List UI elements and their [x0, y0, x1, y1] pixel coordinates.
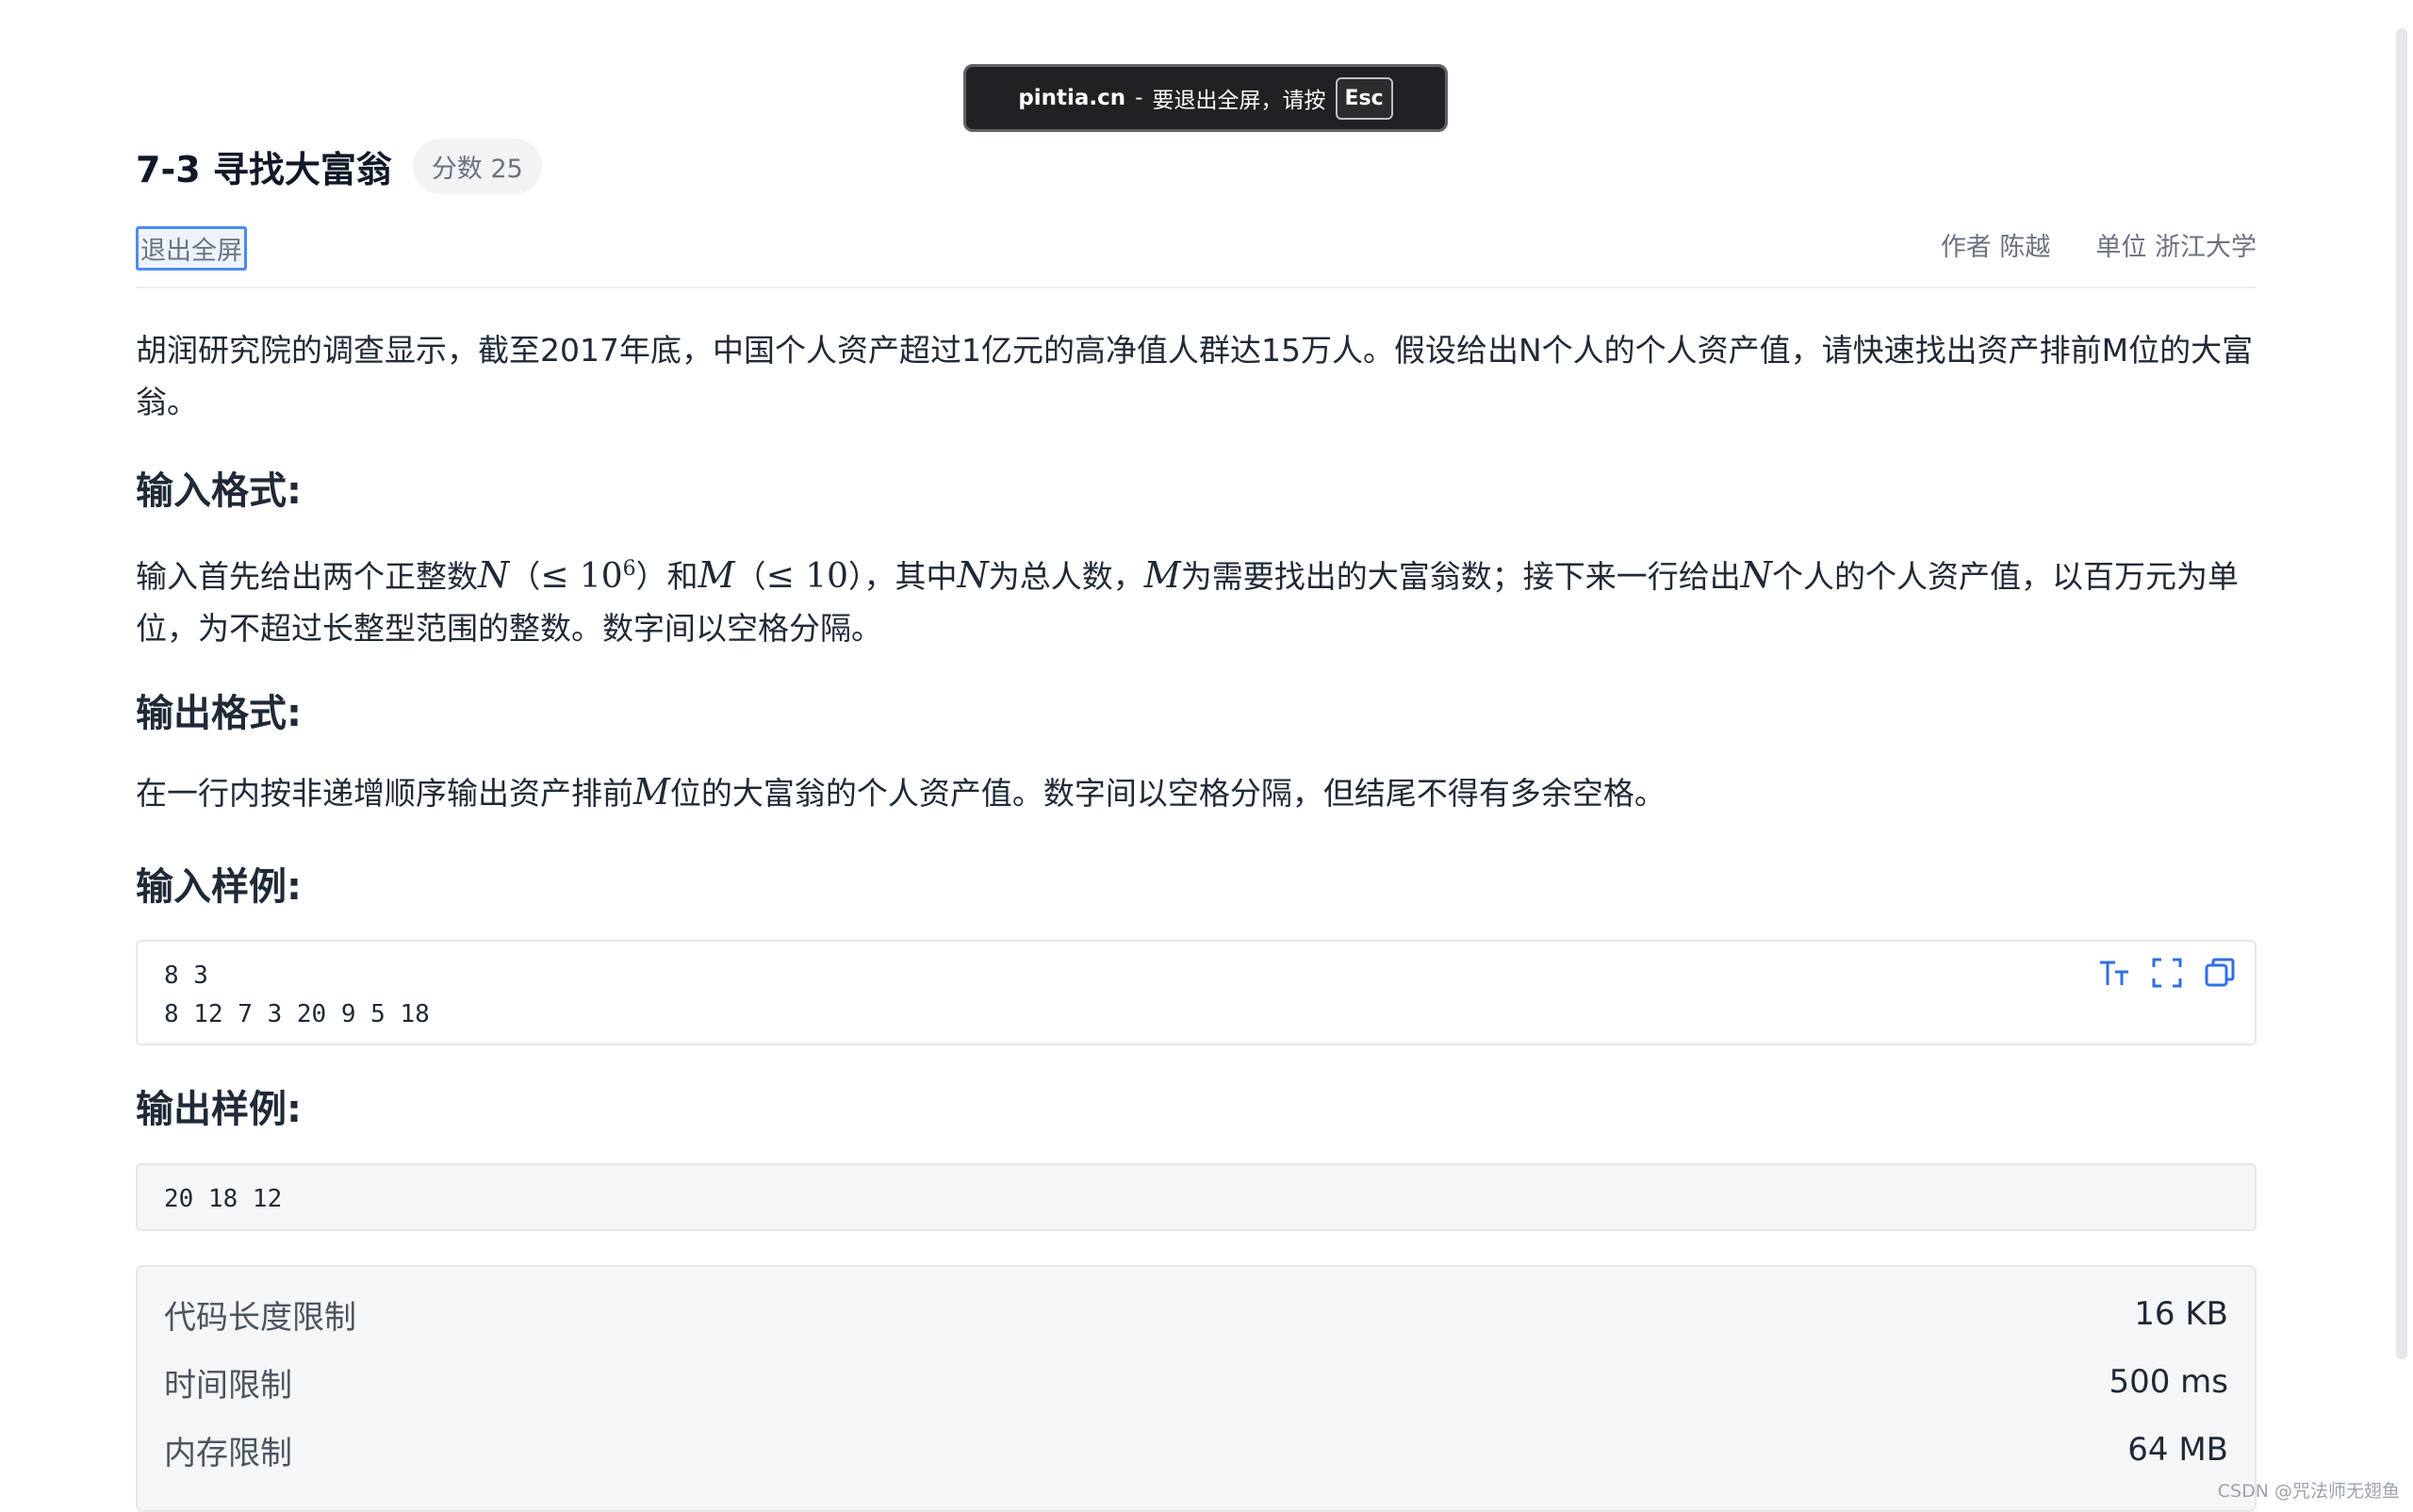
limit-label: 时间限制 — [164, 1366, 292, 1405]
limit-row: 代码长度限制 16 KB — [164, 1280, 2228, 1348]
watermark: CSDN @咒法师无翅鱼 — [2217, 1481, 2400, 1502]
exit-fullscreen-button[interactable]: 退出全屏 — [136, 226, 247, 271]
limit-row: 内存限制 64 MB — [164, 1416, 2228, 1484]
text: （ — [509, 558, 541, 595]
code-line: 8 3 — [164, 961, 208, 990]
text: 为总人数， — [988, 558, 1144, 595]
sample-input-heading: 输入样例: — [136, 865, 302, 909]
expand-icon[interactable] — [2149, 955, 2185, 991]
unit: 单位 浙江大学 — [2095, 233, 2257, 262]
text: ） — [635, 558, 667, 595]
limit-value: 64 MB — [2127, 1431, 2228, 1469]
math-m: M — [698, 554, 735, 596]
title-row: 7-3 寻找大富翁 分数 25 — [136, 138, 542, 194]
input-format-heading: 输入格式: — [136, 469, 302, 513]
math-text: ≤ 10 — [540, 557, 623, 596]
sample-output-heading: 输出样例: — [136, 1088, 302, 1131]
author: 作者 陈越 — [1940, 233, 2051, 262]
text: 位的大富翁的个人资产值。数字间以空格分隔，但结尾不得有多余空格。 — [669, 775, 1666, 812]
problem-title: 7-3 寻找大富翁 — [136, 148, 392, 190]
math-n: N — [957, 554, 989, 596]
copy-icon[interactable] — [2202, 955, 2238, 991]
vertical-scrollbar[interactable] — [2396, 28, 2407, 1359]
code-toolbar — [2096, 955, 2238, 991]
problem-meta: 作者 陈越 单位 浙江大学 — [1941, 226, 2257, 263]
math-m: M — [633, 771, 670, 813]
output-format-heading: 输出格式: — [136, 692, 302, 735]
text: 为需要找出的大富翁数；接下来一行给出 — [1180, 558, 1741, 595]
limit-value: 500 ms — [2109, 1363, 2228, 1401]
math-le-10-6: ≤ 106 — [540, 557, 635, 596]
math-exponent: 6 — [622, 557, 636, 581]
esc-key: Esc — [1335, 76, 1393, 120]
sample-input-code[interactable]: 8 3 8 12 7 3 20 9 5 18 — [136, 940, 2257, 1045]
text: 输入首先给出两个正整数 — [136, 558, 478, 595]
fullscreen-toast: pintia.cn - 要退出全屏，请按 Esc — [963, 64, 1448, 132]
text: 和 — [666, 558, 698, 595]
toast-host: pintia.cn — [1018, 86, 1126, 110]
sample-output-code[interactable]: 20 18 12 — [136, 1163, 2257, 1231]
math-m: M — [1143, 554, 1181, 596]
limits-panel: 代码长度限制 16 KB 时间限制 500 ms 内存限制 64 MB — [136, 1265, 2257, 1512]
limit-value: 16 KB — [2134, 1295, 2228, 1333]
score-badge: 分数 25 — [412, 138, 542, 194]
input-format-text: 输入首先给出两个正整数N（≤ 106）和M（≤ 10），其中N为总人数，M为需要… — [136, 543, 2257, 654]
divider — [136, 287, 2257, 288]
math-le-10: ≤ 10 — [765, 557, 849, 596]
font-size-icon[interactable] — [2096, 955, 2132, 991]
limit-row: 时间限制 500 ms — [164, 1348, 2228, 1416]
limit-label: 代码长度限制 — [164, 1298, 356, 1337]
text: ，其中 — [863, 558, 958, 595]
text: （ — [734, 558, 766, 595]
math-n: N — [1740, 554, 1772, 596]
code-line: 20 18 12 — [164, 1185, 283, 1213]
limit-label: 内存限制 — [164, 1434, 292, 1472]
text: ） — [848, 558, 864, 595]
text: 在一行内按非递增顺序输出资产排前 — [136, 775, 633, 812]
toast-message: 要退出全屏，请按 — [1152, 89, 1326, 113]
code-line: 8 12 7 3 20 9 5 18 — [164, 1000, 430, 1028]
output-format-text: 在一行内按非递增顺序输出资产排前M位的大富翁的个人资产值。数字间以空格分隔，但结… — [136, 766, 2257, 819]
problem-description: 胡润研究院的调查显示，截至2017年底，中国个人资产超过1亿元的高净值人群达15… — [136, 332, 2254, 420]
math-n: N — [478, 554, 510, 596]
toast-separator: - — [1135, 86, 1143, 110]
